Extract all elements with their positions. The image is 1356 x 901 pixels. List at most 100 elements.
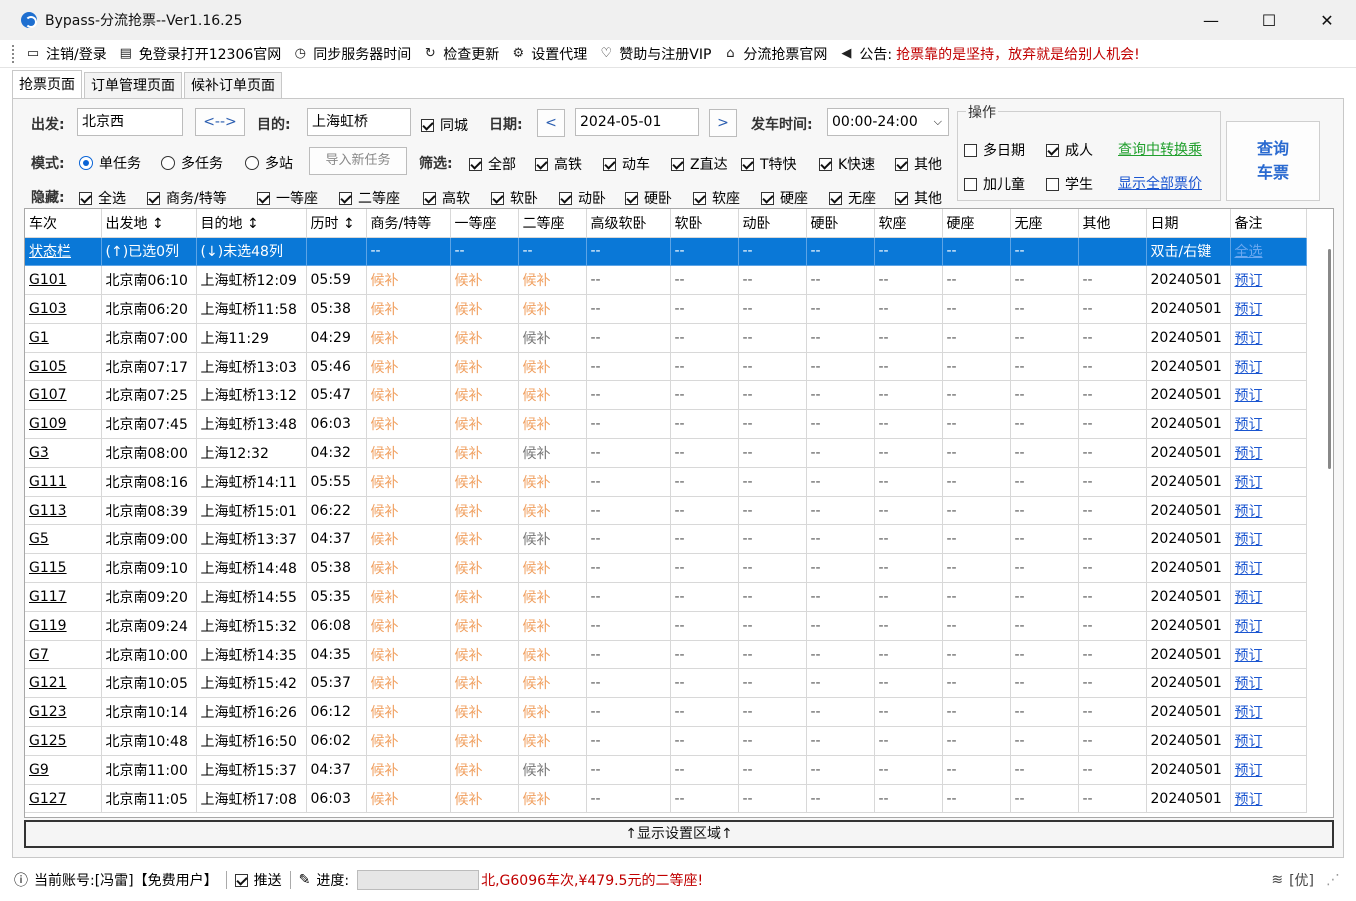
- business-seat-cell[interactable]: 候补: [366, 784, 451, 814]
- train-number-link[interactable]: G1: [29, 330, 49, 346]
- train-number-link[interactable]: G111: [29, 474, 67, 490]
- to-station-input[interactable]: 上海虹桥: [307, 108, 411, 136]
- hide-soft-sleeper-checkbox[interactable]: 软卧: [491, 188, 538, 208]
- adult-checkbox[interactable]: 成人: [1046, 140, 1093, 160]
- from-station-input[interactable]: 北京西: [77, 108, 183, 136]
- first-class-cell[interactable]: 候补: [450, 438, 519, 468]
- business-seat-cell[interactable]: 候补: [366, 640, 451, 670]
- student-checkbox[interactable]: 学生: [1046, 174, 1093, 194]
- first-class-cell[interactable]: 候补: [450, 323, 519, 353]
- hide-no-seat-checkbox[interactable]: 无座: [829, 188, 876, 208]
- business-seat-cell[interactable]: 候补: [366, 726, 451, 756]
- business-seat-cell[interactable]: 候补: [366, 697, 451, 728]
- table-row[interactable]: G107 北京南07:25 上海虹桥13:12 05:47 候补 候补 候补 -- -- -- --…: [25, 380, 1307, 411]
- train-number-link[interactable]: G105: [29, 359, 67, 375]
- train-number-link[interactable]: G113: [29, 503, 67, 519]
- menu-open-12306[interactable]: ▤ 免登录打开12306官网: [119, 44, 282, 64]
- table-row[interactable]: G3 北京南08:00 上海12:32 04:32 候补 候补 候补 -- -- -- -- -- --…: [25, 438, 1307, 468]
- business-seat-cell[interactable]: 候补: [366, 668, 451, 699]
- second-class-cell[interactable]: 候补: [518, 352, 587, 382]
- hide-second-class-checkbox[interactable]: 二等座: [339, 188, 400, 208]
- second-class-cell[interactable]: 候补: [518, 553, 587, 584]
- maximize-button[interactable]: ☐: [1240, 0, 1298, 40]
- toolbar-grip[interactable]: [12, 44, 16, 63]
- hide-other-checkbox[interactable]: 其他: [895, 188, 942, 208]
- hide-first-class-checkbox[interactable]: 一等座: [257, 188, 318, 208]
- import-task-button[interactable]: 导入新任务: [309, 147, 407, 175]
- next-date-button[interactable]: >: [709, 109, 737, 137]
- table-row[interactable]: G113 北京南08:39 上海虹桥15:01 06:22 候补 候补 候补 -- -- -- --…: [25, 496, 1307, 526]
- train-number-link[interactable]: G127: [29, 791, 67, 807]
- book-link[interactable]: 预订: [1235, 705, 1263, 721]
- col-no-seat[interactable]: 无座: [1010, 209, 1079, 238]
- second-class-cell[interactable]: 候补: [518, 524, 587, 555]
- second-class-cell[interactable]: 候补: [518, 582, 587, 612]
- scrollbar-thumb[interactable]: [1328, 249, 1331, 469]
- first-class-cell[interactable]: 候补: [450, 352, 519, 382]
- same-city-checkbox[interactable]: 同城: [421, 115, 468, 135]
- train-number-link[interactable]: G125: [29, 733, 67, 749]
- book-link[interactable]: 预订: [1235, 590, 1263, 606]
- train-number-link[interactable]: G109: [29, 416, 67, 432]
- filter-k-checkbox[interactable]: K快速: [819, 154, 875, 174]
- hide-soft-seat-checkbox[interactable]: 软座: [693, 188, 740, 208]
- second-class-cell[interactable]: 候补: [518, 467, 587, 497]
- filter-other-checkbox[interactable]: 其他: [895, 154, 942, 174]
- table-row[interactable]: G105 北京南07:17 上海虹桥13:03 05:46 候补 候补 候补 -- -- -- --…: [25, 352, 1307, 382]
- book-link[interactable]: 预订: [1235, 619, 1263, 635]
- train-number-link[interactable]: G3: [29, 445, 49, 461]
- menu-sync-time[interactable]: ◷ 同步服务器时间: [293, 44, 412, 64]
- first-class-cell[interactable]: 候补: [450, 553, 519, 584]
- book-link[interactable]: 预订: [1235, 302, 1263, 318]
- show-settings-toggle[interactable]: ↑显示设置区域↑: [24, 820, 1334, 848]
- second-class-cell[interactable]: 候补: [518, 380, 587, 411]
- book-link[interactable]: 预订: [1235, 360, 1263, 376]
- second-class-cell[interactable]: 候补: [518, 496, 587, 526]
- second-class-cell[interactable]: 候补: [518, 668, 587, 699]
- table-row[interactable]: G117 北京南09:20 上海虹桥14:55 05:35 候补 候补 候补 -- -- -- --…: [25, 582, 1307, 612]
- book-link[interactable]: 预订: [1235, 763, 1263, 779]
- train-number-link[interactable]: G5: [29, 531, 49, 547]
- second-class-cell[interactable]: 候补: [518, 294, 587, 324]
- hide-all-checkbox[interactable]: 全选: [79, 188, 126, 208]
- date-input[interactable]: 2024-05-01: [575, 108, 699, 136]
- train-number-link[interactable]: G121: [29, 675, 67, 691]
- book-link[interactable]: 预订: [1235, 676, 1263, 692]
- book-link[interactable]: 预订: [1235, 561, 1263, 577]
- col-second-class[interactable]: 二等座: [518, 209, 587, 238]
- book-link[interactable]: 预订: [1235, 532, 1263, 548]
- col-deluxe-soft-sleeper[interactable]: 高级软卧: [586, 209, 671, 238]
- first-class-cell[interactable]: 候补: [450, 611, 519, 641]
- book-link[interactable]: 预订: [1235, 792, 1263, 808]
- business-seat-cell[interactable]: 候补: [366, 496, 451, 526]
- train-number-link[interactable]: G123: [29, 704, 67, 720]
- train-number-link[interactable]: G101: [29, 272, 67, 288]
- second-class-cell[interactable]: 候补: [518, 438, 587, 468]
- business-seat-cell[interactable]: 候补: [366, 352, 451, 382]
- menu-announcement[interactable]: ◀ 公告: 抢票靠的是坚持，放弃就是给别人机会!: [839, 44, 1139, 64]
- first-class-cell[interactable]: 候补: [450, 726, 519, 756]
- filter-dongche-checkbox[interactable]: 动车: [603, 154, 650, 174]
- train-number-link[interactable]: G107: [29, 387, 67, 403]
- col-business[interactable]: 商务/特等: [366, 209, 451, 238]
- col-to[interactable]: 目的地 ↕: [196, 209, 307, 238]
- col-duration[interactable]: 历时 ↕: [306, 209, 367, 238]
- first-class-cell[interactable]: 候补: [450, 640, 519, 670]
- col-hard-seat[interactable]: 硬座: [942, 209, 1011, 238]
- filter-z-checkbox[interactable]: Z直达: [671, 154, 728, 174]
- table-row[interactable]: G115 北京南09:10 上海虹桥14:48 05:38 候补 候补 候补 -- -- -- --…: [25, 553, 1307, 584]
- col-other[interactable]: 其他: [1078, 209, 1147, 238]
- business-seat-cell[interactable]: 候补: [366, 294, 451, 324]
- business-seat-cell[interactable]: 候补: [366, 467, 451, 497]
- col-remark[interactable]: 备注: [1230, 209, 1307, 238]
- ticket-grid[interactable]: 车次 出发地 ↕ 目的地 ↕ 历时 ↕ 商务/特等 一等座 二等座 高级软卧 软…: [24, 208, 1334, 818]
- resize-grip-icon[interactable]: ⋰: [1326, 872, 1340, 888]
- grid-scrollbar[interactable]: [1327, 209, 1331, 789]
- book-link[interactable]: 预订: [1235, 331, 1263, 347]
- table-row[interactable]: G121 北京南10:05 上海虹桥15:42 05:37 候补 候补 候补 -- -- -- --…: [25, 668, 1307, 699]
- first-class-cell[interactable]: 候补: [450, 409, 519, 440]
- business-seat-cell[interactable]: 候补: [366, 582, 451, 612]
- mode-multi-station-radio[interactable]: 多站: [245, 153, 293, 173]
- first-class-cell[interactable]: 候补: [450, 697, 519, 728]
- business-seat-cell[interactable]: 候补: [366, 438, 451, 468]
